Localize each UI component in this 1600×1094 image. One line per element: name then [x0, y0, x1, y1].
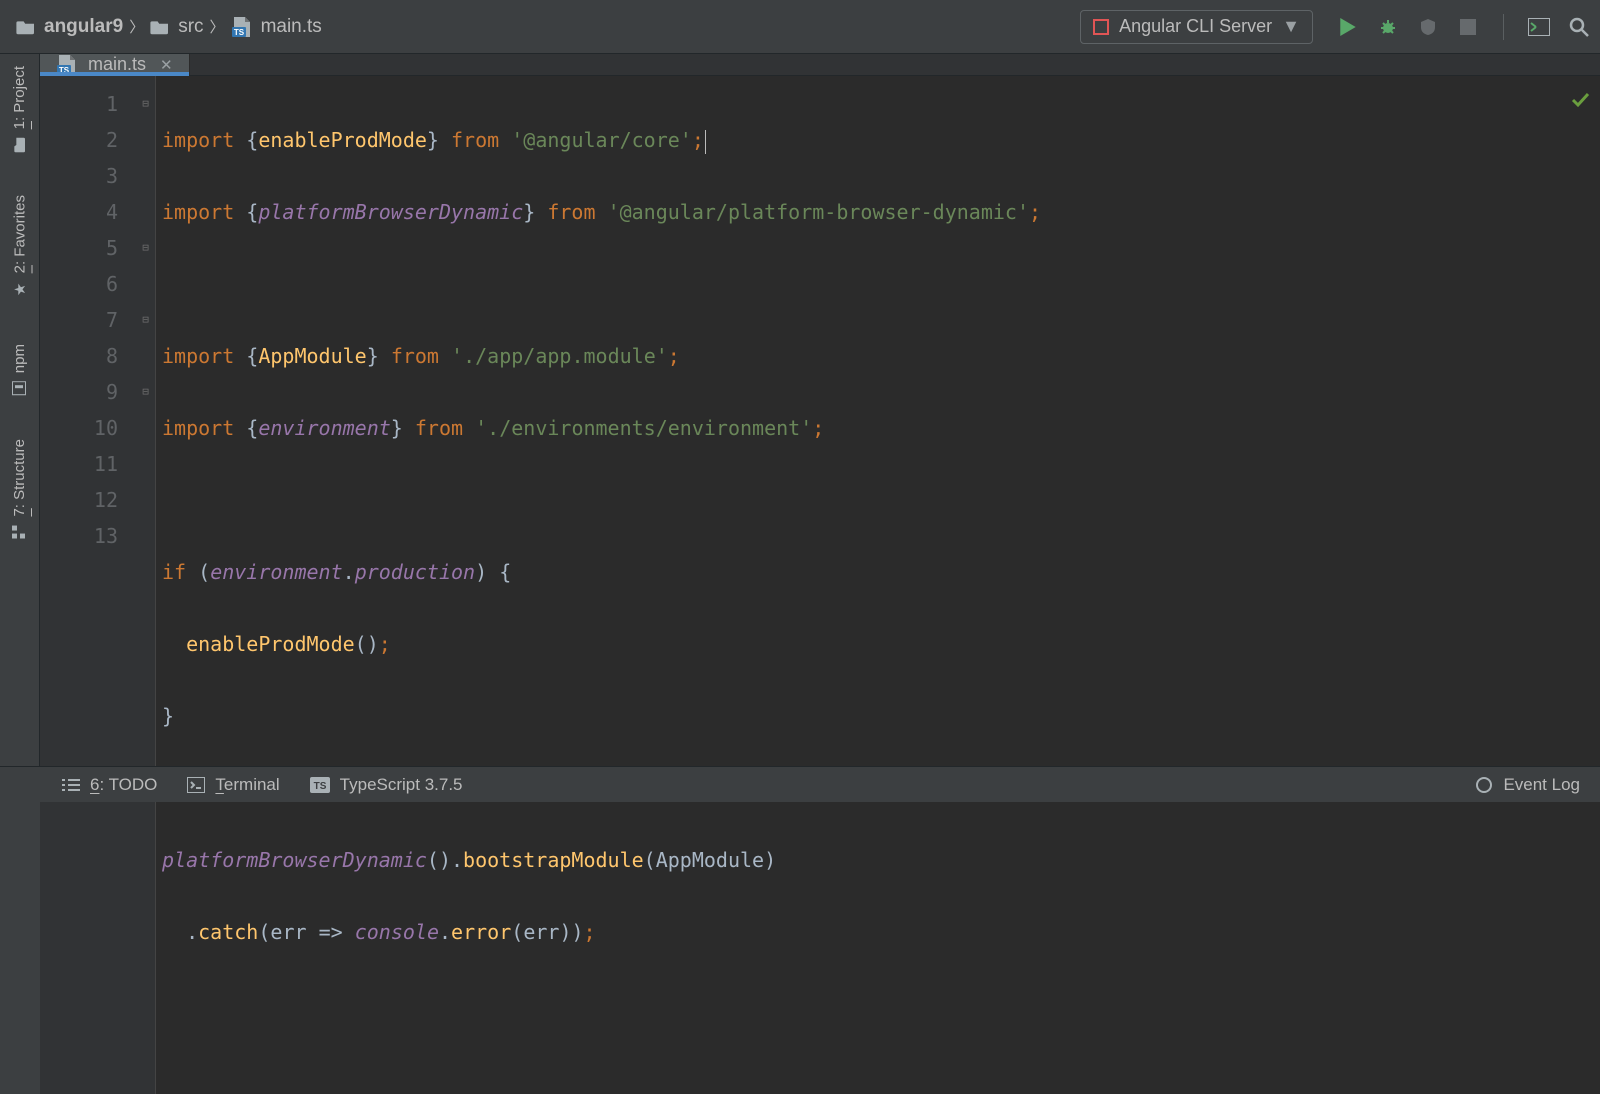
- tool-label: npm: [11, 344, 28, 373]
- status-item-label: TypeScript 3.7.5: [340, 775, 463, 795]
- breadcrumb-label: main.ts: [261, 16, 322, 38]
- line-number: 6: [40, 266, 118, 302]
- typescript-file-icon: TS: [56, 55, 78, 75]
- project-icon: [13, 136, 27, 152]
- fold-toggle[interactable]: ⊟: [136, 86, 155, 122]
- folder-icon: [16, 19, 36, 35]
- chevron-down-icon: ▼: [1282, 16, 1300, 37]
- status-item-label: Terminal: [215, 775, 279, 795]
- fold-toggle[interactable]: ⊟: [136, 230, 155, 266]
- close-icon[interactable]: ✕: [160, 56, 173, 74]
- line-number: 8: [40, 338, 118, 374]
- line-number: 5: [40, 230, 118, 266]
- left-tool-strip: 1: Project ★ 2: Favorites npm 7: Structu…: [0, 54, 40, 766]
- editor-tab-main-ts[interactable]: TS main.ts ✕: [40, 54, 190, 75]
- tool-window-favorites[interactable]: ★ 2: Favorites: [11, 187, 29, 307]
- svg-text:TS: TS: [233, 28, 244, 37]
- line-number: 10: [40, 410, 118, 446]
- run-config-label: Angular CLI Server: [1119, 16, 1272, 37]
- separator: [1503, 14, 1504, 40]
- run-toolbar: Angular CLI Server ▼: [1080, 10, 1590, 44]
- line-number: 12: [40, 482, 118, 518]
- chevron-right-icon: 〉: [210, 16, 225, 37]
- tab-label: main.ts: [88, 54, 146, 75]
- breadcrumb-angular9[interactable]: angular9: [16, 16, 123, 38]
- status-bar: 6: TODO Terminal TS TypeScript 3.7.5 Eve…: [0, 766, 1600, 802]
- tool-window-terminal[interactable]: Terminal: [187, 775, 279, 795]
- tool-label: 1: Project: [11, 66, 28, 129]
- event-log-button[interactable]: Event Log: [1475, 775, 1580, 795]
- line-number: 13: [40, 518, 118, 554]
- stop-button[interactable]: [1457, 16, 1479, 38]
- line-number: 3: [40, 158, 118, 194]
- run-anything-button[interactable]: [1528, 16, 1550, 38]
- line-number: 9: [40, 374, 118, 410]
- event-log-icon: [1475, 776, 1493, 794]
- status-item-label: Event Log: [1503, 775, 1580, 795]
- text-cursor: [705, 130, 706, 154]
- inspection-ok-icon[interactable]: [1570, 90, 1590, 110]
- line-number: 4: [40, 194, 118, 230]
- terminal-icon: [187, 777, 205, 793]
- tool-window-project[interactable]: 1: Project: [11, 58, 28, 159]
- svg-text:TS: TS: [59, 66, 70, 75]
- folder-icon: [150, 19, 170, 35]
- tool-window-npm[interactable]: npm: [11, 336, 28, 403]
- line-number-gutter: 1 2 3 4 5 6 7 8 9 10 11 12 13: [40, 76, 136, 1094]
- list-icon: [62, 778, 80, 792]
- editor-tabs: TS main.ts ✕: [40, 54, 1600, 76]
- tool-window-structure[interactable]: 7: Structure: [11, 431, 28, 547]
- search-everywhere-button[interactable]: [1568, 16, 1590, 38]
- run-button[interactable]: [1337, 16, 1359, 38]
- chevron-right-icon: 〉: [129, 16, 144, 37]
- run-configuration-select[interactable]: Angular CLI Server ▼: [1080, 10, 1313, 44]
- debug-button[interactable]: [1377, 16, 1399, 38]
- typescript-file-icon: TS: [231, 17, 253, 37]
- typescript-service[interactable]: TS TypeScript 3.7.5: [310, 775, 463, 795]
- code-content[interactable]: import {enableProdMode} from '@angular/c…: [156, 76, 1600, 1094]
- line-number: 1: [40, 86, 118, 122]
- fold-end[interactable]: ⊟: [136, 374, 155, 410]
- breadcrumb-src[interactable]: src: [150, 16, 203, 38]
- structure-icon: [13, 524, 27, 538]
- line-number: 11: [40, 446, 118, 482]
- tool-window-todo[interactable]: 6: TODO: [62, 775, 157, 795]
- star-icon: ★: [11, 282, 29, 300]
- angular-icon: [1093, 19, 1109, 35]
- npm-icon: [13, 381, 27, 395]
- breadcrumb-label: angular9: [44, 16, 123, 38]
- line-number: 2: [40, 122, 118, 158]
- coverage-button[interactable]: [1417, 16, 1439, 38]
- svg-text:TS: TS: [313, 781, 326, 792]
- breadcrumb-label: src: [178, 16, 203, 38]
- status-item-label: 6: TODO: [90, 775, 157, 795]
- fold-toggle[interactable]: ⊟: [136, 302, 155, 338]
- breadcrumb-main-ts[interactable]: TS main.ts: [231, 16, 322, 38]
- fold-gutter: ⊟ ⊟ ⊟ ⊟: [136, 76, 156, 1094]
- tool-label: 7: Structure: [11, 439, 28, 517]
- code-editor[interactable]: 1 2 3 4 5 6 7 8 9 10 11 12 13 ⊟ ⊟ ⊟: [40, 76, 1600, 1094]
- breadcrumbs: angular9 〉 src 〉 TS main.ts: [10, 16, 1080, 38]
- navigation-bar: angular9 〉 src 〉 TS main.ts Angular CLI …: [0, 0, 1600, 54]
- typescript-icon: TS: [310, 777, 330, 793]
- line-number: 7: [40, 302, 118, 338]
- tool-label: 2: Favorites: [11, 195, 28, 273]
